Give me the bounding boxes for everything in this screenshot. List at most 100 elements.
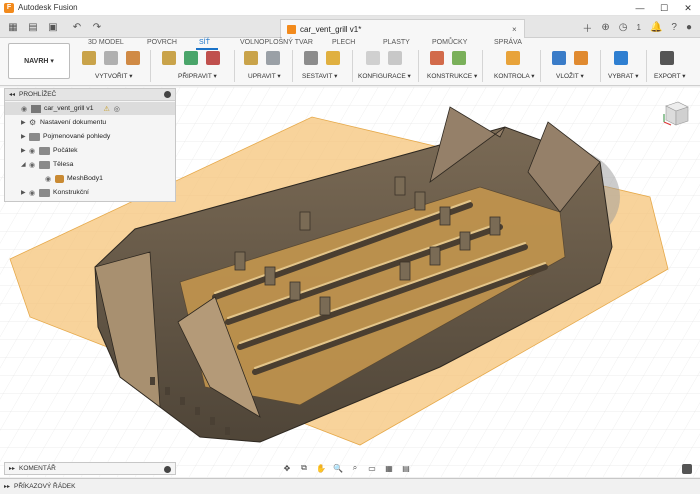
tessellate-icon[interactable] [104,51,118,65]
visibility-eye-icon[interactable]: ◉ [29,189,39,197]
display-settings-icon[interactable]: ▭ [365,462,379,474]
table-icon[interactable] [388,51,402,65]
browser-root-node[interactable]: ◉ car_vent_grill v1 ⚠ ◎ [5,102,175,115]
help-icon[interactable]: ? [671,22,677,33]
tab-sprava[interactable]: SPRÁVA [494,39,522,46]
browser-node-pocatek[interactable]: ▶ ◉ Počátek [21,144,78,157]
separator [292,50,293,82]
plane-cut-icon[interactable] [266,51,280,65]
add-comment-icon[interactable] [164,466,171,473]
tab-volnoplosny-tvar[interactable]: VOLNOPLOŠNÝ TVAR [240,39,313,46]
group-sestavit[interactable]: SESTAVIT ▾ [302,72,337,80]
new-tab-icon[interactable]: ＋ [582,20,592,35]
expand-icon[interactable]: ▶ [21,189,29,196]
collapse-arrows-icon[interactable]: ▸▸ [4,483,10,490]
tab-3d-model[interactable]: 3D MODEL [88,39,124,46]
job-status-icon[interactable]: ◷ [619,22,628,33]
tab-sit[interactable]: SÍŤ [199,39,210,46]
group-vybrat[interactable]: VYBRAT ▾ [608,72,638,80]
modify-mesh-icon[interactable] [244,51,258,65]
extensions-icon[interactable]: ⊕ [601,22,609,33]
configure-icon[interactable] [366,51,380,65]
create-mesh-icon[interactable] [82,51,96,65]
orbit-icon[interactable]: ✥ [280,462,294,474]
new-component-icon[interactable] [326,51,340,65]
browser-node-telesa[interactable]: ◢ ◉ Tělesa [21,158,73,171]
remesh-icon[interactable] [206,51,220,65]
fit-icon[interactable]: ⌕ [348,462,362,474]
zoom-icon[interactable]: 🔍 [331,462,345,474]
joint-icon[interactable] [304,51,318,65]
browser-node-konstrukcni[interactable]: ▶ ◉ Konstrukční [21,186,89,199]
export-icon[interactable] [660,51,674,65]
select-icon[interactable] [614,51,628,65]
messages-icon[interactable] [682,464,692,474]
visibility-eye-icon[interactable]: ◉ [29,147,39,155]
pin-icon[interactable] [164,91,171,98]
expand-icon[interactable]: ▶ [21,133,29,140]
create-form-icon[interactable] [126,51,140,65]
offset-plane-icon[interactable] [430,51,444,65]
visibility-eye-icon[interactable]: ◉ [45,175,55,183]
collapse-icon[interactable]: ◢ [21,161,29,168]
visibility-eye-icon[interactable]: ◉ [29,161,39,169]
tab-povrch[interactable]: POVRCH [147,39,177,46]
redo-icon[interactable]: ↷ [90,20,104,34]
collapse-arrows-icon[interactable]: ◂◂ [9,91,15,98]
maximize-button[interactable]: ☐ [652,0,676,16]
insert-mesh-icon[interactable] [574,51,588,65]
group-export[interactable]: EXPORT ▾ [654,72,686,80]
profile-icon[interactable]: ● [686,22,692,33]
group-vlozit[interactable]: VLOŽIT ▾ [556,72,584,80]
window-controls: — ☐ ✕ [628,0,700,16]
comments-panel[interactable]: ▸▸ KOMENTÁŘ [4,462,176,475]
undo-icon[interactable]: ↶ [70,20,84,34]
group-upravit[interactable]: UPRAVIT ▾ [248,72,281,80]
look-at-icon[interactable]: ⧉ [297,462,311,474]
axis-icon[interactable] [452,51,466,65]
separator [150,50,151,82]
viewports-icon[interactable]: ▤ [399,462,413,474]
close-tab-icon[interactable]: × [512,25,524,34]
workspace-switcher-button[interactable]: NAVRH ▾ [8,43,70,79]
tab-plasty[interactable]: PLASTY [383,39,410,46]
save-icon[interactable]: ▣ [46,20,60,34]
apps-grid-icon[interactable]: ▦ [6,20,20,34]
browser-node-pohledy[interactable]: ▶ Pojmenované pohledy [21,130,110,143]
tab-pomucky[interactable]: POMŮCKY [432,39,467,46]
repair-mesh-icon[interactable] [162,51,176,65]
command-line-title: PŘÍKAZOVÝ ŘÁDEK [14,483,76,490]
command-line-bar[interactable]: ▸▸ PŘÍKAZOVÝ ŘÁDEK [0,478,700,494]
visibility-eye-icon[interactable]: ◉ [21,105,31,113]
expand-icon[interactable]: ▶ [21,119,29,126]
grid-settings-icon[interactable]: ▦ [382,462,396,474]
browser-node-meshbody[interactable]: ◉ MeshBody1 [45,172,103,185]
pan-icon[interactable]: ✋ [314,462,328,474]
browser-node-nastaveni[interactable]: ▶ ⚙ Nastavení dokumentu [21,116,106,129]
group-konfigurace[interactable]: KONFIGURACE ▾ [358,72,411,80]
folder-icon [39,146,50,155]
group-konstrukce[interactable]: KONSTRUKCE ▾ [427,72,477,80]
viewcube[interactable] [660,98,690,128]
tab-plech[interactable]: PLECH [332,39,355,46]
minimize-button[interactable]: — [628,0,652,16]
close-button[interactable]: ✕ [676,0,700,16]
folder-icon [39,188,50,197]
radio-active-icon[interactable]: ◎ [114,105,120,113]
generate-faces-icon[interactable] [184,51,198,65]
expand-icon[interactable]: ▶ [21,147,29,154]
document-tab[interactable]: car_vent_grill v1* × [280,19,525,38]
node-label: Počátek [53,147,78,154]
comments-title: KOMENTÁŘ [19,465,56,472]
file-menu-icon[interactable]: ▤ [26,20,40,34]
notifications-icon[interactable]: 🔔 [650,22,662,33]
browser-header[interactable]: ◂◂ PROHLÍŽEČ [5,89,175,101]
group-kontrola[interactable]: KONTROLA ▾ [494,72,534,80]
insert-derive-icon[interactable] [552,51,566,65]
group-vytvorit[interactable]: VYTVOŘIT ▾ [95,72,132,80]
group-pripravit[interactable]: PŘIPRAVIT ▾ [178,72,217,80]
measure-icon[interactable] [506,51,520,65]
folder-icon [39,160,50,169]
separator [600,50,601,82]
collapse-arrows-icon[interactable]: ▸▸ [9,465,15,472]
